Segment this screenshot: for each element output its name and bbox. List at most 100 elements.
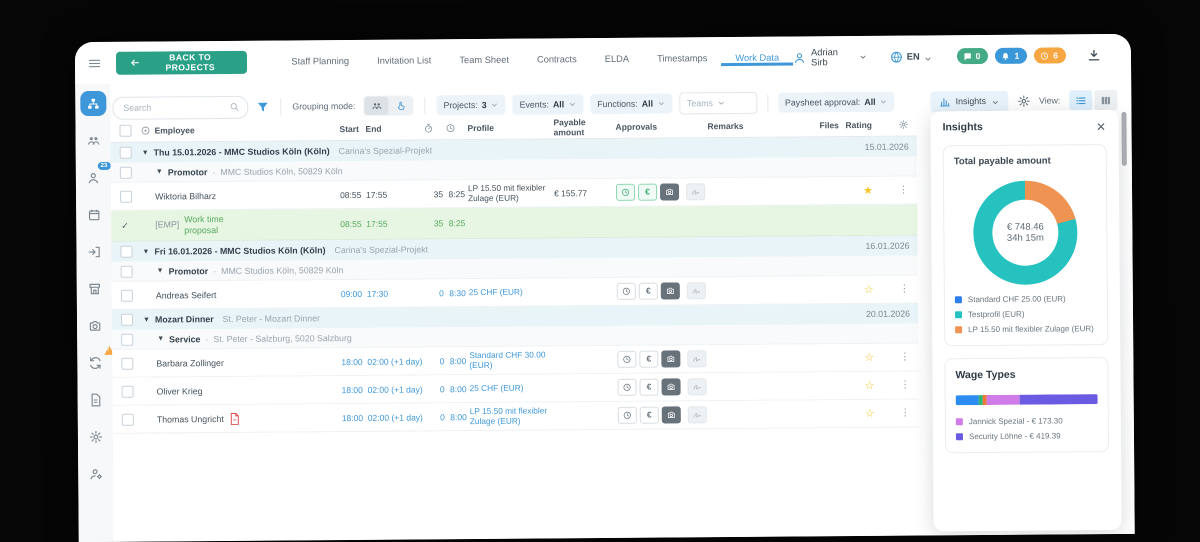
end-time[interactable]: 02:00 (+1 day) xyxy=(367,356,425,366)
end-time[interactable]: 02:00 (+1 day) xyxy=(368,412,426,422)
dropdown-projects[interactable]: Projects:3 xyxy=(436,95,505,116)
header-employee[interactable]: Employee xyxy=(155,124,340,135)
rating-star-icon[interactable]: ☆ xyxy=(847,351,891,364)
close-icon[interactable] xyxy=(1095,121,1106,132)
approval-signature-button[interactable] xyxy=(687,350,706,367)
user-menu[interactable]: Adrian Sirb xyxy=(793,47,867,68)
tab-elda[interactable]: ELDA xyxy=(591,51,643,67)
tab-team-sheet[interactable]: Team Sheet xyxy=(445,52,523,69)
row-menu-icon[interactable]: ⋮ xyxy=(892,408,919,419)
start-time[interactable]: 18:00 xyxy=(342,384,368,394)
row-checkbox[interactable] xyxy=(120,166,132,178)
approval-signature-button[interactable] xyxy=(686,183,705,200)
header-approvals[interactable]: Approvals xyxy=(615,121,707,132)
approval-euro-button[interactable]: € xyxy=(639,283,658,300)
back-to-projects-button[interactable]: BACK TO PROJECTS xyxy=(116,50,248,74)
approval-euro-button[interactable]: € xyxy=(639,351,658,368)
dropdown-functions[interactable]: Functions:All xyxy=(590,93,672,114)
break-minutes[interactable]: 35 xyxy=(424,189,446,199)
rating-star-icon[interactable]: ☆ xyxy=(847,283,891,296)
wage-profile[interactable]: 25 CHF (EUR) xyxy=(469,287,555,297)
language-selector[interactable]: EN xyxy=(890,50,932,63)
tab-work-data[interactable]: Work Data xyxy=(721,50,793,67)
approval-camera-button[interactable] xyxy=(662,378,681,395)
approval-signature-button[interactable] xyxy=(687,282,706,299)
header-rating[interactable]: Rating xyxy=(845,120,889,130)
filter-funnel-icon[interactable] xyxy=(256,100,269,113)
column-view-button[interactable] xyxy=(1094,90,1117,110)
collapse-caret-icon[interactable]: ▼ xyxy=(142,248,149,255)
approval-camera-button[interactable] xyxy=(661,282,680,299)
start-time[interactable]: 09:00 xyxy=(341,288,367,298)
sidebar-item-user-settings[interactable] xyxy=(83,461,109,486)
dropdown-events[interactable]: Events:All xyxy=(513,94,584,115)
badge-bell[interactable]: 1 xyxy=(995,48,1027,64)
sidebar-item-sync[interactable] xyxy=(82,350,108,375)
row-checkbox[interactable] xyxy=(121,357,133,369)
pdf-file-icon[interactable] xyxy=(230,412,240,424)
total-hours[interactable]: 8:30 xyxy=(447,288,469,298)
row-checkbox[interactable] xyxy=(122,413,134,425)
approval-camera-button[interactable] xyxy=(661,350,680,367)
approval-signature-button[interactable] xyxy=(688,406,707,423)
sidebar-item-calendar[interactable] xyxy=(81,202,107,227)
header-remarks[interactable]: Remarks xyxy=(707,120,819,131)
approval-euro-button[interactable]: € xyxy=(640,379,659,396)
rating-star-icon[interactable]: ☆ xyxy=(848,379,892,392)
sidebar-item-org-chart[interactable] xyxy=(80,91,106,116)
row-menu-icon[interactable]: ⋮ xyxy=(891,284,918,295)
collapse-caret-icon[interactable]: ▼ xyxy=(156,168,163,175)
header-start[interactable]: Start xyxy=(339,124,365,134)
insights-button[interactable]: Insights xyxy=(931,90,1008,112)
approval-clock-button[interactable] xyxy=(618,407,637,424)
collapse-caret-icon[interactable]: ▼ xyxy=(142,149,149,156)
sidebar-item-person-badge[interactable]: 23 xyxy=(80,165,106,190)
approval-camera-button[interactable] xyxy=(662,406,681,423)
badge-clock[interactable]: 6 xyxy=(1034,47,1066,63)
sidebar-item-camera[interactable] xyxy=(81,313,107,338)
total-hours[interactable]: 8:25 xyxy=(446,189,468,199)
rating-star-icon[interactable]: ☆ xyxy=(848,407,892,420)
hamburger-menu-icon[interactable] xyxy=(87,55,102,70)
row-checkbox[interactable] xyxy=(120,246,132,258)
approval-euro-button[interactable]: € xyxy=(638,184,657,201)
dropdown-teams[interactable]: Teams xyxy=(679,92,757,115)
header-end[interactable]: End xyxy=(365,123,423,133)
approval-clock-button[interactable] xyxy=(616,184,635,201)
header-files[interactable]: Files xyxy=(819,120,845,130)
row-checkbox[interactable] xyxy=(121,289,133,301)
row-checkbox[interactable] xyxy=(121,333,133,345)
row-checkbox[interactable] xyxy=(121,265,133,277)
start-time[interactable]: 08:55 xyxy=(340,189,366,199)
sidebar-item-kiosk[interactable] xyxy=(81,276,107,301)
approval-camera-button[interactable] xyxy=(660,183,679,200)
approval-clock-button[interactable] xyxy=(618,379,637,396)
search-input[interactable] xyxy=(121,101,223,114)
approval-clock-button[interactable] xyxy=(617,351,636,368)
end-time[interactable]: 02:00 (+1 day) xyxy=(368,384,426,394)
break-minutes[interactable]: 0 xyxy=(426,412,448,422)
list-view-button[interactable] xyxy=(1069,90,1092,110)
tab-staff-planning[interactable]: Staff Planning xyxy=(277,53,363,70)
rating-star-icon[interactable]: ★ xyxy=(846,184,890,197)
group-by-people-button[interactable] xyxy=(364,97,388,115)
end-time[interactable]: 17:55 xyxy=(366,189,424,199)
break-minutes[interactable]: 0 xyxy=(425,288,447,298)
approval-signature-button[interactable] xyxy=(688,378,707,395)
break-minutes[interactable]: 0 xyxy=(426,384,448,394)
dropdown-paysheet-approval[interactable]: Paysheet approval:All xyxy=(778,92,895,113)
wage-profile[interactable]: LP 15.50 mit flexibler Zulage (EUR) xyxy=(468,183,554,203)
wage-profile[interactable]: Standard CHF 30.00 (EUR) xyxy=(469,350,555,370)
wage-profile[interactable]: LP 15.50 mit flexibler Zulage (EUR) xyxy=(470,406,556,426)
total-hours[interactable]: 8:00 xyxy=(448,384,470,394)
sidebar-item-document[interactable] xyxy=(82,387,108,412)
collapse-caret-icon[interactable]: ▼ xyxy=(143,316,150,323)
header-payable-amount[interactable]: Payable amount xyxy=(553,117,615,137)
row-checkbox[interactable] xyxy=(121,314,133,326)
row-checkbox[interactable] xyxy=(122,385,134,397)
row-checkbox[interactable] xyxy=(120,147,132,159)
row-menu-icon[interactable]: ⋮ xyxy=(890,185,917,196)
table-settings-gear-icon[interactable] xyxy=(1017,94,1030,107)
download-icon[interactable] xyxy=(1087,48,1101,62)
total-hours[interactable]: 8:00 xyxy=(447,356,469,366)
